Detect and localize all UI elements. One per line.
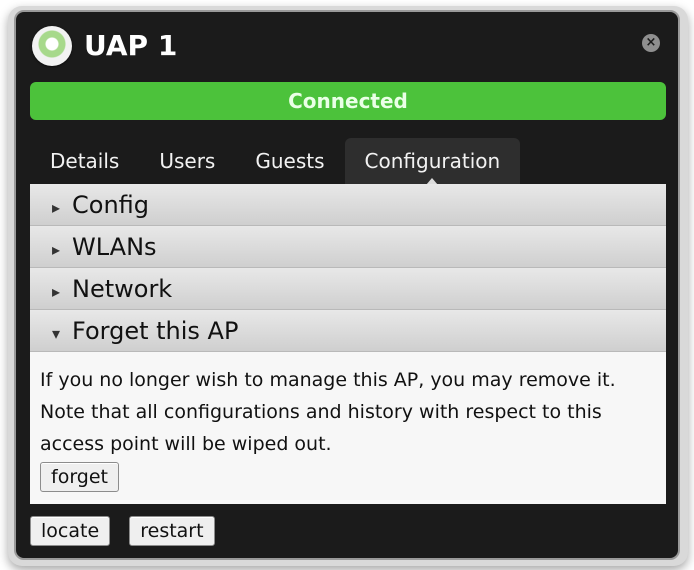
section-config[interactable]: ▸ Config [30,184,666,226]
forget-description: If you no longer wish to manage this AP,… [40,369,616,455]
section-config-label: Config [72,191,150,219]
tab-users[interactable]: Users [139,138,235,184]
chevron-down-icon: ▾ [52,324,61,343]
tab-details[interactable]: Details [30,138,139,184]
tab-bar: Details Users Guests Configuration [30,138,666,184]
chevron-right-icon: ▸ [52,240,61,259]
ap-details-panel: UAP 1 × Connected Details Users Guests C… [14,10,680,560]
section-forget[interactable]: ▾ Forget this AP [30,310,666,352]
panel-title: UAP 1 [84,29,178,62]
title-bar: UAP 1 × [16,12,678,80]
device-status-icon [32,26,72,66]
section-wlans[interactable]: ▸ WLANs [30,226,666,268]
footer-actions: locate restart [30,516,666,552]
section-wlans-label: WLANs [72,233,157,261]
restart-button[interactable]: restart [129,516,215,546]
locate-button[interactable]: locate [30,516,111,546]
forget-button[interactable]: forget [40,462,119,492]
close-icon[interactable]: × [642,34,660,52]
section-network-label: Network [72,275,173,303]
chevron-right-icon: ▸ [52,282,61,301]
forget-section-body: If you no longer wish to manage this AP,… [30,352,666,493]
section-forget-label: Forget this AP [72,317,239,345]
section-network[interactable]: ▸ Network [30,268,666,310]
tab-configuration[interactable]: Configuration [344,138,521,184]
configuration-content: ▸ Config ▸ WLANs ▸ Network ▾ Forget this AP … [30,184,666,504]
chevron-right-icon: ▸ [52,198,61,217]
tab-guests[interactable]: Guests [235,138,344,184]
status-badge: Connected [30,82,666,120]
